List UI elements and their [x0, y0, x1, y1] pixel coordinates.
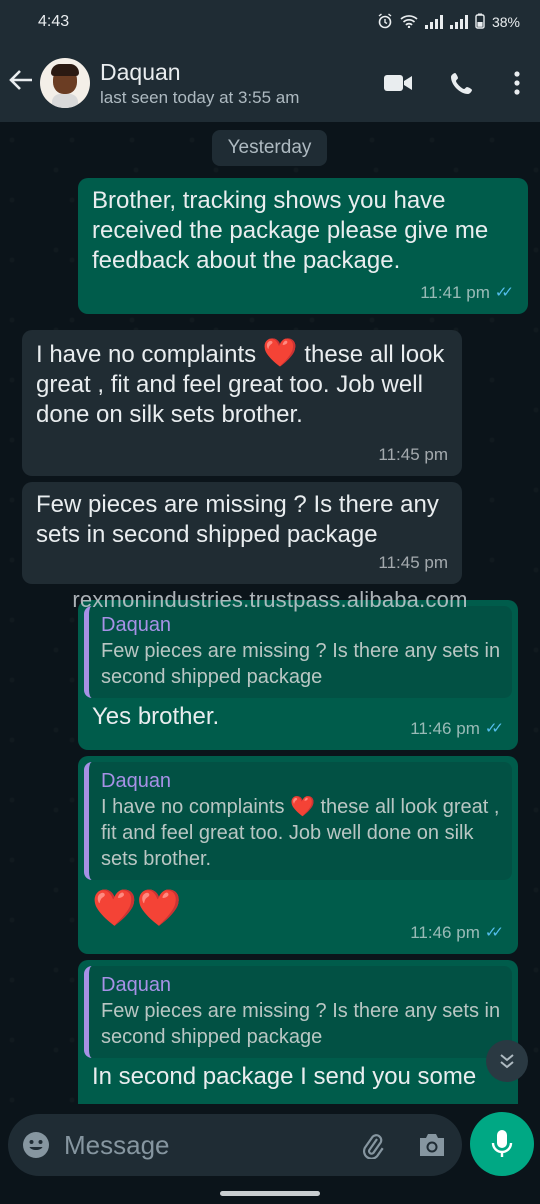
- message-incoming[interactable]: I have no complaints ❤️ these all look g…: [22, 330, 462, 476]
- attach-icon[interactable]: [342, 1131, 402, 1159]
- emoji-icon[interactable]: [8, 1131, 64, 1159]
- quoted-message[interactable]: Daquan I have no complaints ❤️ these all…: [84, 762, 512, 880]
- alarm-icon: [377, 12, 393, 32]
- quoted-message[interactable]: Daquan Few pieces are missing ? Is there…: [84, 606, 512, 698]
- message-input[interactable]: Message: [64, 1130, 342, 1161]
- message-input-box[interactable]: Message: [8, 1114, 462, 1176]
- last-seen: last seen today at 3:55 am: [100, 88, 300, 107]
- scroll-to-bottom-button[interactable]: [486, 1040, 528, 1082]
- quote-text: Few pieces are missing ? Is there any se…: [101, 640, 501, 688]
- battery-percent: 38%: [491, 14, 520, 30]
- chat-area[interactable]: Yesterday Brother, tracking shows you ha…: [0, 122, 540, 1112]
- signal-icon: [424, 15, 443, 29]
- message-text: Few pieces are missing ? Is there any se…: [36, 491, 439, 548]
- read-ticks-icon: ✓✓: [484, 924, 504, 941]
- message-time: 11:45 pm: [378, 445, 448, 464]
- more-options-icon[interactable]: [494, 59, 540, 107]
- video-call-icon[interactable]: [366, 59, 430, 107]
- message-incoming[interactable]: Few pieces are missing ? Is there any se…: [22, 482, 462, 584]
- watermark: rexmonindustries.trustpass.alibaba.com: [72, 587, 468, 612]
- message-time: 11:45 pm: [378, 553, 448, 572]
- message-time: 11:46 pm: [410, 719, 480, 738]
- contact-info[interactable]: Daquan last seen today at 3:55 am: [100, 58, 366, 108]
- chat-header: Daquan last seen today at 3:55 am: [0, 44, 540, 122]
- quoted-message[interactable]: Daquan Few pieces are missing ? Is there…: [84, 966, 512, 1058]
- read-ticks-icon: ✓✓: [484, 720, 504, 737]
- contact-name: Daquan: [100, 59, 181, 85]
- signal-icon-2: [449, 15, 468, 29]
- gesture-nav-bar[interactable]: [220, 1191, 320, 1196]
- message-time: 11:41 pm: [420, 283, 490, 302]
- voice-call-icon[interactable]: [430, 59, 494, 107]
- date-chip: Yesterday: [212, 130, 327, 166]
- status-bar: 4:43 38%: [0, 0, 540, 44]
- avatar[interactable]: [40, 58, 90, 108]
- quote-text: I have no complaints ❤️ these all look g…: [101, 796, 500, 870]
- heart-emoji: ❤️: [290, 796, 315, 818]
- message-text: I have no complaints ❤️ these all look g…: [36, 337, 445, 429]
- back-arrow-icon[interactable]: [0, 68, 40, 98]
- message-outgoing-reply[interactable]: Daquan Few pieces are missing ? Is there…: [78, 960, 518, 1112]
- quote-text: Few pieces are missing ? Is there any se…: [101, 1000, 501, 1048]
- composer-bar: Message: [0, 1104, 540, 1204]
- quote-sender: Daquan: [101, 974, 172, 996]
- message-outgoing[interactable]: Brother, tracking shows you have receive…: [78, 178, 528, 314]
- message-outgoing-reply[interactable]: Daquan I have no complaints ❤️ these all…: [78, 756, 518, 954]
- quote-sender: Daquan: [101, 770, 172, 792]
- message-time: 11:46 pm: [410, 923, 480, 942]
- message-outgoing-reply[interactable]: Daquan Few pieces are missing ? Is there…: [78, 600, 518, 750]
- wifi-icon: [400, 14, 418, 31]
- message-text: In second package I send you some: [92, 1063, 477, 1090]
- mic-icon: [491, 1130, 513, 1157]
- status-time: 4:43: [38, 13, 70, 30]
- camera-icon[interactable]: [402, 1132, 462, 1158]
- battery-icon: [475, 13, 485, 32]
- mic-button[interactable]: [470, 1112, 534, 1176]
- quote-sender: Daquan: [101, 614, 172, 636]
- message-text: Brother, tracking shows you have receive…: [92, 187, 489, 274]
- heart-emoji: ❤️: [262, 337, 298, 368]
- read-ticks-icon: ✓✓: [494, 284, 514, 301]
